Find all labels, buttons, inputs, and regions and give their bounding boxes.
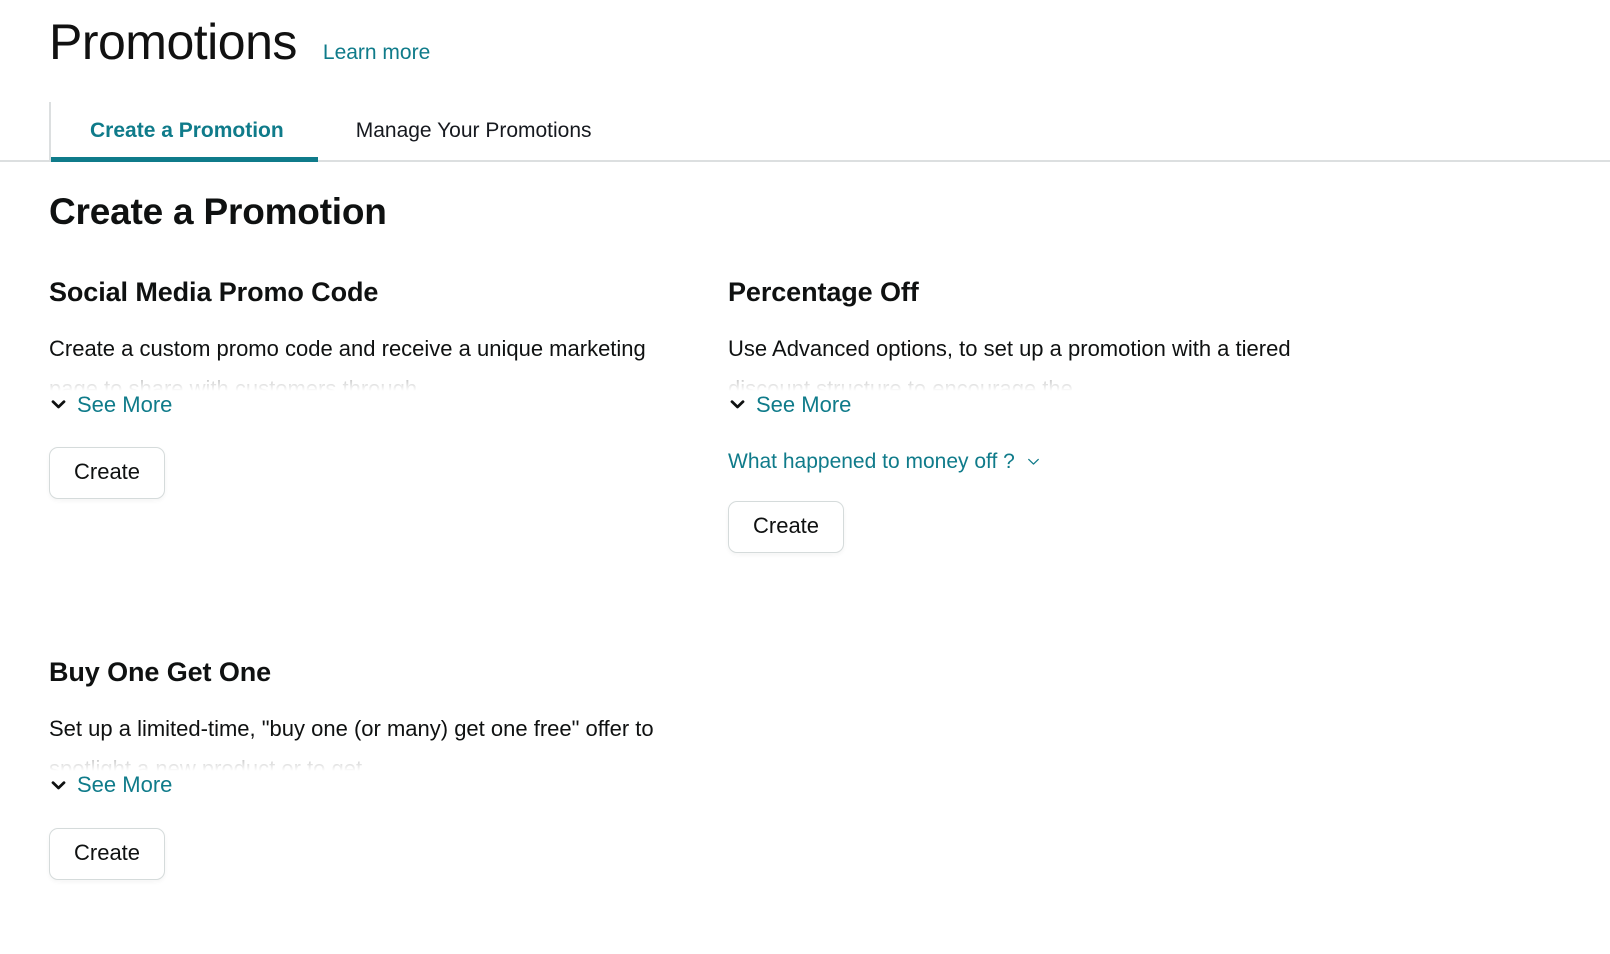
see-more-link[interactable]: See More xyxy=(728,391,852,417)
chevron-down-thin-icon xyxy=(1025,453,1042,470)
tab-manage-your-promotions[interactable]: Manage Your Promotions xyxy=(318,102,630,160)
promotion-card-buy-one-get-one: Buy One Get One Set up a limited-time, "… xyxy=(49,657,689,880)
promotions-page: Promotions Learn more Create a Promotion… xyxy=(0,0,1610,954)
card-description-clip: Set up a limited-time, "buy one (or many… xyxy=(49,709,674,772)
card-title: Percentage Off xyxy=(728,276,919,307)
see-more-label: See More xyxy=(77,772,173,798)
section-title: Create a Promotion xyxy=(49,190,387,232)
see-more-link[interactable]: See More xyxy=(49,774,172,796)
learn-more-link[interactable]: Learn more xyxy=(323,41,430,65)
chevron-down-icon xyxy=(728,395,747,414)
tab-create-a-promotion[interactable]: Create a Promotion xyxy=(49,101,318,162)
create-button-percentage-off[interactable]: Create xyxy=(728,501,845,554)
promotion-card-percentage-off: Percentage Off Use Advanced options, to … xyxy=(728,277,1368,554)
card-title: Social Media Promo Code xyxy=(49,276,379,307)
main-content: Create a Promotion Social Media Promo Co… xyxy=(0,162,1610,880)
grid-spacer xyxy=(49,553,728,657)
see-more-link[interactable]: See More xyxy=(49,391,173,417)
see-more-label: See More xyxy=(77,391,173,417)
card-description: Use Advanced options, to set up a promot… xyxy=(728,335,1291,391)
promotion-cards-grid: Social Media Promo Code Create a custom … xyxy=(49,277,1561,880)
page-header: Promotions Learn more xyxy=(0,0,1610,69)
create-button-social-media-promo-code[interactable]: Create xyxy=(49,447,166,500)
tab-create-a-promotion-label: Create a Promotion xyxy=(90,118,284,142)
tab-bar: Create a Promotion Manage Your Promotion… xyxy=(0,101,1610,162)
create-button-label: Create xyxy=(74,459,141,484)
create-button-label: Create xyxy=(753,513,820,538)
card-description-clip: Use Advanced options, to set up a promot… xyxy=(728,329,1353,391)
page-title: Promotions xyxy=(49,14,297,70)
card-description: Create a custom promo code and receive a… xyxy=(49,335,646,391)
money-off-label: What happened to money off ? xyxy=(728,450,1015,473)
grid-spacer xyxy=(728,553,1407,657)
see-more-label: See More xyxy=(756,391,852,417)
money-off-disclosure-link[interactable]: What happened to money off ? xyxy=(728,451,1042,472)
card-description: Set up a limited-time, "buy one (or many… xyxy=(49,716,654,772)
card-description-clip: Create a custom promo code and receive a… xyxy=(49,329,674,391)
create-button-buy-one-get-one[interactable]: Create xyxy=(49,827,166,880)
create-button-label: Create xyxy=(74,839,141,865)
tab-manage-your-promotions-label: Manage Your Promotions xyxy=(355,118,592,142)
chevron-down-icon xyxy=(49,776,68,795)
card-title: Buy One Get One xyxy=(49,657,272,688)
chevron-down-icon xyxy=(49,395,68,414)
promotion-card-social-media-promo-code: Social Media Promo Code Create a custom … xyxy=(49,277,689,500)
